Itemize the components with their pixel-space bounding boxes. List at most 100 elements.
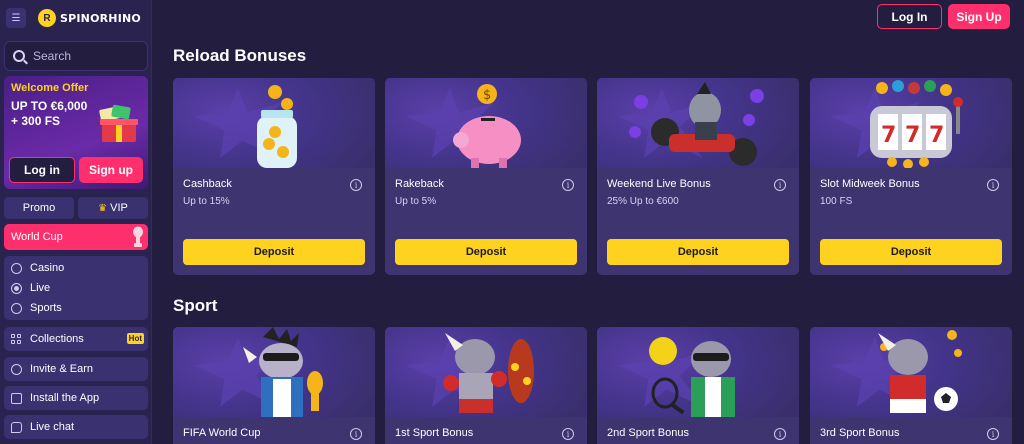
live-icon — [11, 282, 22, 294]
piggy-bank-icon: $ — [453, 84, 521, 168]
nav-item-sports[interactable]: Sports — [4, 298, 148, 318]
offer-login-button[interactable]: Log in — [9, 157, 75, 183]
bonus-card-cashback[interactable]: Cashback Up to 15% i Deposit — [173, 78, 375, 275]
info-icon[interactable]: i — [562, 179, 574, 191]
card-title: FIFA World Cup — [183, 427, 261, 439]
rhino-tennis-icon — [649, 337, 735, 417]
nav-chat-label: Live chat — [30, 421, 75, 433]
card-title: Cashback — [183, 178, 232, 190]
football-rhino-image — [810, 327, 1012, 417]
deposit-button[interactable]: Deposit — [607, 239, 789, 265]
card-title: Rakeback — [395, 178, 444, 190]
nav-item-invite[interactable]: Invite & Earn — [4, 357, 148, 381]
welcome-offer-banner: Welcome Offer UP TO €6,000 + 300 FS Log … — [4, 76, 148, 189]
svg-text:7: 7 — [929, 123, 944, 148]
slot-machine-icon: 7 7 7 — [870, 80, 963, 168]
slot-machine-image: 7 7 7 — [810, 78, 1012, 168]
nav-install-label: Install the App — [30, 392, 100, 404]
nav-item-live[interactable]: Live — [4, 278, 148, 298]
search-input[interactable]: Search — [4, 41, 148, 71]
world-cup-label: World Cup — [11, 231, 63, 243]
rhino-motorbike-icon — [629, 82, 764, 166]
nav-casino-label: Casino — [30, 262, 65, 274]
nav-item-casino[interactable]: Casino — [4, 258, 148, 278]
nav-item-collections[interactable]: Collections Hot — [4, 327, 148, 351]
rhino-trophy-icon — [243, 327, 323, 417]
nav-invite-label: Invite & Earn — [30, 363, 93, 375]
card-subtitle: Up to 15% — [183, 196, 230, 207]
sport-card-1st-bonus[interactable]: 1st Sport Bonus i — [385, 327, 587, 444]
info-icon[interactable]: i — [987, 428, 999, 440]
fifa-rhino-image — [173, 327, 375, 417]
sidebar: ☰ R SPINORHINO Search Welcome Offer UP T… — [0, 0, 152, 444]
world-cup-button[interactable]: World Cup — [4, 224, 148, 250]
boxing-rhino-image — [385, 327, 587, 417]
collections-grid-icon — [11, 333, 22, 345]
info-icon[interactable]: i — [562, 428, 574, 440]
rhino-football-icon — [878, 330, 962, 413]
nav-item-live-chat[interactable]: Live chat — [4, 415, 148, 439]
sport-card-fifa[interactable]: FIFA World Cup i — [173, 327, 375, 444]
trophy-icon — [133, 226, 143, 247]
info-icon[interactable]: i — [774, 179, 786, 191]
card-title: 2nd Sport Bonus — [607, 427, 689, 439]
card-title: Slot Midweek Bonus — [820, 178, 920, 190]
vip-label: VIP — [110, 202, 128, 214]
casino-icon — [11, 262, 22, 274]
smile-icon — [11, 363, 22, 375]
info-icon[interactable]: i — [774, 428, 786, 440]
deposit-button[interactable]: Deposit — [820, 239, 1002, 265]
bonus-card-rakeback[interactable]: $ Rakeback Up to 5% i Deposit — [385, 78, 587, 275]
card-subtitle: 25% Up to €600 — [607, 196, 679, 207]
search-placeholder: Search — [33, 49, 72, 63]
svg-text:$: $ — [483, 88, 491, 103]
header-signup-button[interactable]: Sign Up — [948, 4, 1010, 29]
info-icon[interactable]: i — [987, 179, 999, 191]
card-title: 3rd Sport Bonus — [820, 427, 900, 439]
download-icon — [11, 392, 22, 404]
sport-card-2nd-bonus[interactable]: 2nd Sport Bonus i — [597, 327, 799, 444]
svg-text:7: 7 — [881, 123, 896, 148]
nav-sports-label: Sports — [30, 302, 62, 314]
card-title: Weekend Live Bonus — [607, 178, 711, 190]
brand-bar: ☰ R SPINORHINO — [6, 8, 141, 28]
deposit-button[interactable]: Deposit — [395, 239, 577, 265]
hot-badge: Hot — [126, 333, 144, 344]
nav-item-install[interactable]: Install the App — [4, 386, 148, 410]
promo-button[interactable]: Promo — [4, 197, 74, 219]
weekend-live-rhino-image — [597, 78, 799, 168]
cashback-jar-image — [173, 78, 375, 168]
sport-section-title: Sport — [173, 296, 218, 315]
coin-jar-icon — [257, 85, 297, 168]
sport-card-3rd-bonus[interactable]: 3rd Sport Bonus i — [810, 327, 1012, 444]
search-icon — [13, 50, 25, 62]
card-subtitle: Up to 5% — [395, 196, 437, 207]
deposit-button[interactable]: Deposit — [183, 239, 365, 265]
card-subtitle: 100 FS — [820, 196, 853, 207]
tennis-rhino-image — [597, 327, 799, 417]
gift-box-icon — [99, 104, 138, 142]
crown-icon: ♛ — [98, 202, 108, 214]
info-icon[interactable]: i — [350, 179, 362, 191]
bonus-card-weekend-live[interactable]: Weekend Live Bonus 25% Up to €600 i Depo… — [597, 78, 799, 275]
rhino-boxing-icon — [443, 333, 534, 413]
chat-icon — [11, 421, 22, 433]
offer-signup-button[interactable]: Sign up — [79, 157, 143, 183]
offer-title: Welcome Offer — [11, 82, 89, 94]
nav-live-label: Live — [30, 282, 51, 294]
card-title: 1st Sport Bonus — [395, 427, 474, 439]
logo[interactable]: R SPINORHINO — [38, 9, 141, 27]
rhino-logo-icon: R — [38, 9, 56, 27]
info-icon[interactable]: i — [350, 428, 362, 440]
rakeback-piggy-image: $ — [385, 78, 587, 168]
header-login-button[interactable]: Log In — [877, 4, 942, 29]
collapse-menu-icon[interactable]: ☰ — [6, 8, 26, 28]
bonus-card-slot-midweek[interactable]: 7 7 7 Slot Midweek Bonus 100 FS i Deposi… — [810, 78, 1012, 275]
nav-collections-label: Collections — [30, 333, 84, 345]
vip-button[interactable]: ♛ VIP — [78, 197, 148, 219]
logo-text: SPINORHINO — [60, 11, 141, 25]
nav-games-group: Casino Live Sports — [4, 256, 148, 320]
reload-bonuses-title: Reload Bonuses — [173, 46, 307, 65]
svg-text:7: 7 — [905, 123, 920, 148]
sports-ball-icon — [11, 302, 22, 314]
